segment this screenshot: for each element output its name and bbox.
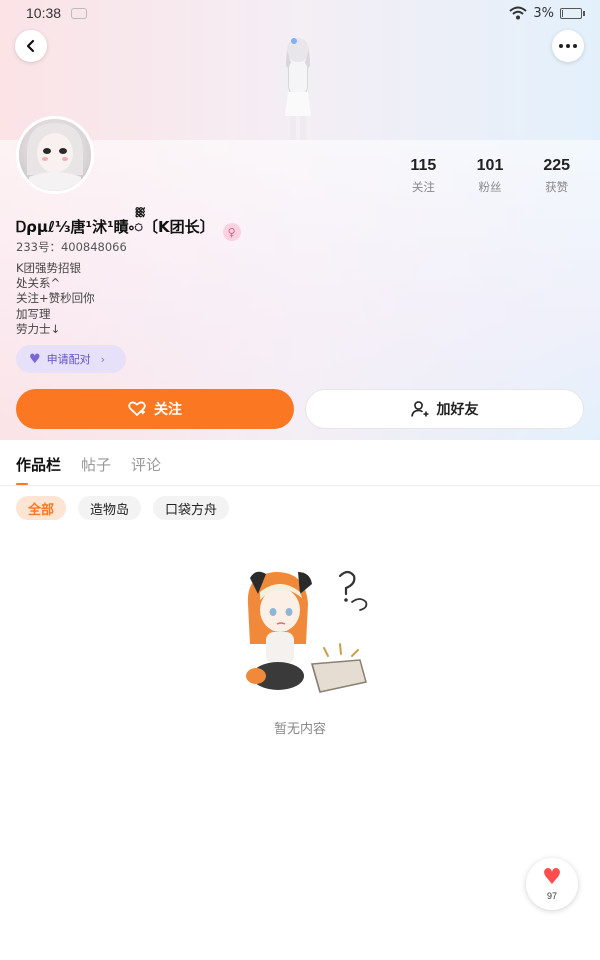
battery-level bbox=[562, 9, 563, 17]
stat-likes[interactable]: 225 获赞 bbox=[523, 157, 590, 195]
follow-button[interactable]: 关注 bbox=[16, 389, 294, 429]
female-gender-icon: ♀ bbox=[222, 223, 241, 241]
status-bar: 10:38 3% bbox=[0, 0, 600, 26]
stat-label: 获赞 bbox=[545, 180, 569, 194]
heart-plus-icon bbox=[128, 401, 146, 416]
heart-icon: ♥ bbox=[29, 351, 41, 367]
stat-value: 101 bbox=[476, 157, 504, 174]
add-friend-button[interactable]: 加好友 bbox=[305, 389, 584, 429]
chip-creation-island[interactable]: 造物岛 bbox=[78, 496, 142, 520]
heart-icon: ♥ bbox=[542, 865, 562, 890]
stat-value: 225 bbox=[543, 157, 571, 174]
empty-state-text: 暂无内容 bbox=[273, 722, 326, 737]
empty-state-illustration bbox=[246, 570, 368, 693]
chevron-right-icon: › bbox=[100, 352, 106, 366]
battery-icon bbox=[560, 7, 585, 19]
battery-percent: 3% bbox=[533, 5, 554, 21]
more-button[interactable] bbox=[552, 30, 584, 62]
follow-label: 关注 bbox=[154, 402, 182, 418]
avatar-portrait bbox=[27, 123, 83, 191]
tab-posts[interactable]: 帖子 bbox=[81, 454, 111, 475]
tab-works[interactable]: 作品栏 bbox=[16, 454, 61, 475]
chip-all[interactable]: 全部 bbox=[16, 496, 67, 520]
chip-pocket-ark[interactable]: 口袋方舟 bbox=[153, 496, 230, 520]
stat-following[interactable]: 115 关注 bbox=[390, 157, 457, 195]
wifi-icon bbox=[509, 6, 528, 20]
request-pairing-label: 申请配对 bbox=[46, 353, 91, 366]
profile-stats: 115 关注 101 粉丝 225 获赞 bbox=[390, 157, 590, 195]
status-time: 10:38 bbox=[26, 5, 62, 21]
avatar-3d-figure bbox=[282, 38, 314, 140]
like-count: 97 bbox=[546, 891, 557, 901]
bio: K团强势招银 处关系^ 关注+赞秒回你 加写理 劳力士↓ bbox=[16, 261, 95, 336]
avatar[interactable] bbox=[16, 116, 94, 194]
notification-icon bbox=[71, 7, 88, 19]
chevron-left-icon bbox=[26, 39, 35, 53]
tab-comments[interactable]: 评论 bbox=[131, 454, 161, 475]
add-friend-label: 加好友 bbox=[436, 402, 479, 418]
filter-chips: 全部 造物岛 口袋方舟 bbox=[16, 496, 230, 520]
back-button[interactable] bbox=[15, 30, 47, 62]
stat-fans[interactable]: 101 粉丝 bbox=[457, 157, 524, 195]
stat-label: 粉丝 bbox=[478, 180, 502, 194]
user-id: 233号：400848066 bbox=[16, 240, 127, 254]
stat-value: 115 bbox=[410, 157, 437, 174]
content-tabs: 作品栏 帖子 评论 bbox=[16, 454, 161, 475]
stat-label: 关注 bbox=[411, 180, 435, 194]
tabs-divider bbox=[0, 485, 600, 486]
add-user-icon bbox=[410, 401, 428, 417]
more-icon bbox=[559, 44, 577, 48]
request-pairing-button[interactable]: ♥ 申请配对 › bbox=[16, 345, 126, 373]
like-button[interactable]: ♥ 97 bbox=[526, 858, 578, 910]
